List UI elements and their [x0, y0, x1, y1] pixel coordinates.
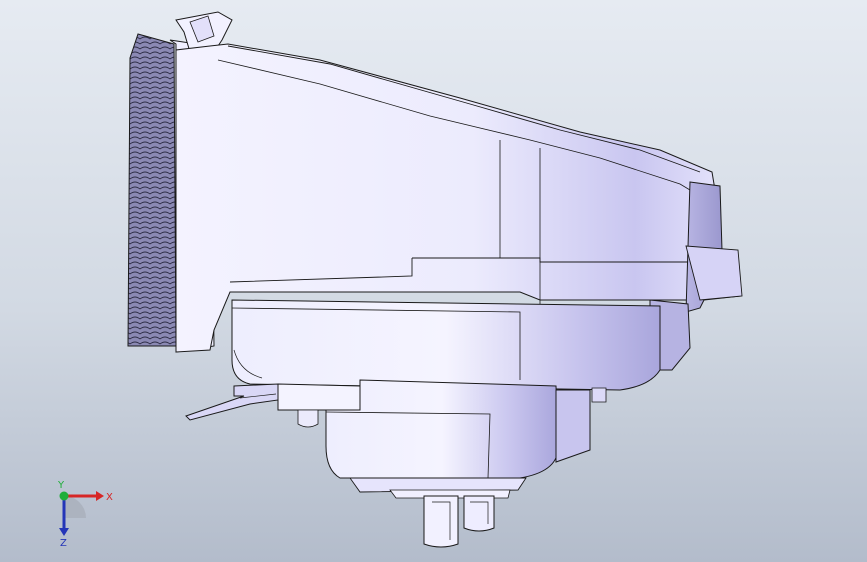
middle-disc: [231, 299, 661, 391]
graphics-viewport[interactable]: X Y Z: [0, 0, 867, 562]
cad-3d-model[interactable]: [0, 0, 867, 562]
x-axis-label: X: [106, 492, 113, 503]
x-axis-arrow: [96, 491, 104, 501]
z-axis-label: Z: [60, 538, 67, 548]
shaft-connector-right: [463, 495, 495, 532]
z-axis-arrow: [59, 528, 69, 536]
side-bracket: [277, 383, 361, 411]
triad-shadow: [64, 496, 86, 518]
y-axis-label: Y: [57, 480, 65, 491]
y-axis-dot: [59, 491, 69, 501]
motor-pot: [325, 379, 559, 479]
coordinate-triad: X Y Z: [57, 480, 113, 548]
heatsink-fins: [127, 33, 177, 347]
shaft-connector-left: [423, 495, 459, 548]
lever-arm: [185, 383, 279, 421]
